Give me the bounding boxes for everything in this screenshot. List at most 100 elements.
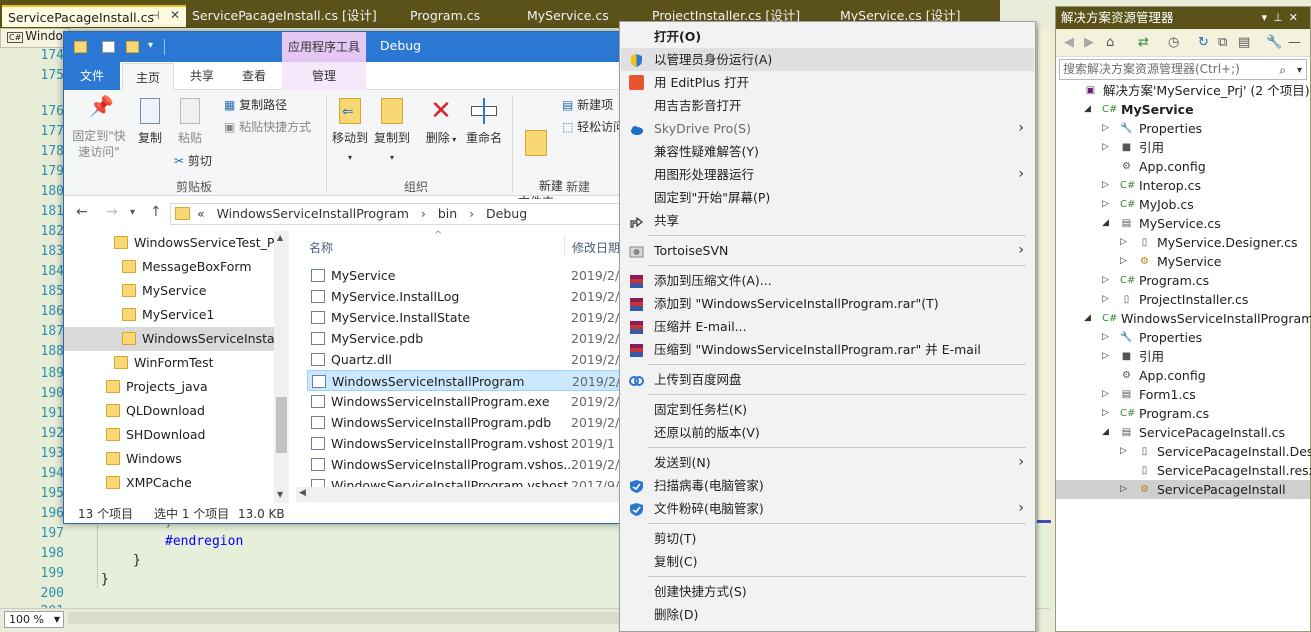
solution-tree-item[interactable]: ▣ 解决方案'MyService_Prj' (2 个项目) [1056, 81, 1310, 100]
file-list-item[interactable]: Quartz.dll 2019/2/ [307, 349, 622, 370]
solution-tree-item[interactable]: ▷ ▯ ServicePacageInstall.Design [1056, 442, 1311, 461]
file-list-horizontal-scrollbar[interactable]: ◀ [296, 487, 622, 502]
context-menu-item[interactable]: 扫描病毒(电脑管家) [621, 474, 1034, 497]
collapsed-arrow-icon[interactable]: ▷ [1102, 385, 1109, 404]
expanded-arrow-icon[interactable]: ◢ [1102, 423, 1109, 442]
close-icon[interactable]: ✕ [1289, 11, 1304, 24]
solution-tree-item[interactable]: ◢ C# WindowsServiceInstallProgram [1056, 309, 1311, 328]
collapse-all-icon[interactable]: ⧉ [1218, 35, 1227, 50]
file-list-item[interactable]: WindowsServiceInstallProgram.vshos... 201… [307, 454, 622, 475]
pin-icon[interactable]: ⊣ [150, 9, 160, 22]
solution-tree-item[interactable]: ▷ ■ 引用 [1056, 138, 1310, 157]
context-menu-item[interactable]: 剪切(T) [621, 527, 1034, 550]
vs-tab-myservice-cs[interactable]: MyService.cs [521, 5, 615, 27]
file-list-item[interactable]: WindowsServiceInstallProgram.exe 2019/2/ [307, 391, 622, 412]
vs-tab-servicepacageinstall-design[interactable]: ServicePacageInstall.cs [设计] [186, 5, 383, 27]
properties-icon[interactable]: 🔧 [1266, 35, 1282, 50]
context-menu-item[interactable]: 文件粉碎(电脑管家) › [621, 497, 1034, 520]
sync-icon[interactable]: ⇄ [1138, 35, 1149, 50]
panel-title-buttons[interactable]: ▾⊥✕ [1262, 7, 1304, 29]
expanded-arrow-icon[interactable]: ◢ [1102, 214, 1109, 233]
scroll-down-icon[interactable]: ▼ [277, 490, 283, 499]
context-menu-item[interactable]: 用 EditPlus 打开 [621, 71, 1034, 94]
context-menu-item[interactable]: 添加到压缩文件(A)... [621, 269, 1034, 292]
editor-scrollbar[interactable] [1037, 28, 1051, 524]
file-list-item[interactable]: WindowsServiceInstallProgram.pdb 2019/2/ [307, 412, 622, 433]
context-menu-item[interactable]: 复制(C) [621, 550, 1034, 573]
expanded-arrow-icon[interactable]: ◢ [1084, 100, 1091, 119]
file-list-item[interactable]: MyService.InstallState 2019/2/ [307, 307, 622, 328]
solution-tree-item[interactable]: ▷ ⚙ MyService [1056, 252, 1310, 271]
collapsed-arrow-icon[interactable]: ▷ [1102, 138, 1109, 157]
solution-tree-item[interactable]: ▷ C# Program.cs [1056, 271, 1310, 290]
solution-tree-item[interactable]: ◢ ▤ ServicePacageInstall.cs [1056, 423, 1310, 442]
solution-tree-item[interactable]: ▷ ⚙ ServicePacageInstall [1056, 480, 1310, 499]
collapsed-arrow-icon[interactable]: ▷ [1120, 442, 1127, 461]
collapsed-arrow-icon[interactable]: ▷ [1120, 233, 1127, 252]
solution-tree-item[interactable]: ▷ C# Interop.cs [1056, 176, 1310, 195]
file-list-item[interactable]: WindowsServiceInstallProgram.vshost 2019/… [307, 433, 622, 454]
file-list-item[interactable]: MyService.pdb 2019/2/ [307, 328, 622, 349]
context-menu-item[interactable]: 发送到(N) › [621, 451, 1034, 474]
pin-icon[interactable]: ⊥ [1273, 11, 1289, 24]
collapsed-arrow-icon[interactable]: ▷ [1120, 252, 1127, 271]
context-menu-item[interactable]: 打开(O) [621, 25, 1034, 48]
zoom-level-dropdown[interactable]: 100 % ▼ [4, 611, 64, 628]
file-list-item[interactable]: WindowsServiceInstallProgram.vshost 2017/… [307, 475, 622, 487]
solution-tree-item[interactable]: ▷ ■ 引用 [1056, 347, 1310, 366]
expanded-arrow-icon[interactable]: ◢ [1084, 309, 1091, 328]
file-list-item[interactable]: MyService 2019/2/ [307, 265, 622, 286]
solution-tree-item[interactable]: ▷ ▯ MyService.Designer.cs [1056, 233, 1310, 252]
solution-explorer-search-input[interactable]: 搜索解决方案资源管理器(Ctrl+;) ⌕ ▾ [1059, 59, 1307, 80]
collapsed-arrow-icon[interactable]: ▷ [1102, 195, 1109, 214]
collapsed-arrow-icon[interactable]: ▷ [1102, 119, 1109, 138]
home-icon[interactable]: ⌂ [1106, 35, 1114, 50]
solution-tree-item[interactable]: ▷ ▤ Form1.cs [1056, 385, 1310, 404]
file-list-item[interactable]: WindowsServiceInstallProgram 2019/2/ [307, 370, 622, 391]
context-menu-item[interactable]: 压缩并 E-mail... [621, 315, 1034, 338]
context-menu-item[interactable]: 用吉吉影音打开 [621, 94, 1034, 117]
collapsed-arrow-icon[interactable]: ▷ [1102, 404, 1109, 423]
context-menu-item[interactable]: 添加到 "WindowsServiceInstallProgram.rar"(T… [621, 292, 1034, 315]
show-all-files-icon[interactable]: ▤ [1238, 35, 1250, 50]
search-icon[interactable]: ⌕ [1279, 61, 1286, 80]
context-menu-item[interactable]: 固定到任务栏(K) [621, 398, 1034, 421]
solution-tree-item[interactable]: ▷ 🔧 Properties [1056, 328, 1310, 347]
context-menu-item[interactable]: 固定到"开始"屏幕(P) [621, 186, 1034, 209]
solution-tree-item[interactable]: ◢ C# MyService [1056, 100, 1310, 119]
solution-tree-item[interactable]: ▯ ServicePacageInstall.resx [1056, 461, 1311, 480]
horizontal-scrollbar[interactable] [68, 612, 628, 624]
solution-tree-item[interactable]: ▷ 🔧 Properties [1056, 119, 1310, 138]
context-menu-item[interactable]: 还原以前的版本(V) [621, 421, 1034, 444]
type-navigation-dropdown[interactable]: C# Windo [0, 28, 70, 48]
preview-icon[interactable]: — [1288, 35, 1301, 50]
collapsed-arrow-icon[interactable]: ▷ [1102, 176, 1109, 195]
solution-tree-item[interactable]: ⚙ App.config [1056, 366, 1310, 385]
forward-icon[interactable]: ▶ [1084, 35, 1094, 50]
collapsed-arrow-icon[interactable]: ▷ [1102, 328, 1109, 347]
context-menu-item[interactable]: 压缩到 "WindowsServiceInstallProgram.rar" 并… [621, 338, 1034, 361]
chevron-down-icon[interactable]: ▾ [1297, 61, 1302, 80]
collapsed-arrow-icon[interactable]: ▷ [1102, 271, 1109, 290]
context-menu-item[interactable]: 创建快捷方式(S) [621, 580, 1034, 603]
refresh-icon[interactable]: ↻ [1198, 35, 1209, 50]
history-icon[interactable]: ◷ [1168, 35, 1179, 50]
solution-tree-item[interactable]: ◢ ▤ MyService.cs [1056, 214, 1310, 233]
collapsed-arrow-icon[interactable]: ▷ [1102, 347, 1109, 366]
file-list-item[interactable]: MyService.InstallLog 2019/2/ [307, 286, 622, 307]
context-menu-item[interactable]: 以管理员身份运行(A) [621, 48, 1034, 71]
context-menu-item[interactable]: 用图形处理器运行 › [621, 163, 1034, 186]
context-menu-item[interactable]: SkyDrive Pro(S) › [621, 117, 1034, 140]
context-menu-item[interactable]: 上传到百度网盘 [621, 368, 1034, 391]
solution-tree-item[interactable]: ▷ C# MyJob.cs [1056, 195, 1310, 214]
solution-tree-item[interactable]: ⚙ App.config [1056, 157, 1310, 176]
back-icon[interactable]: ◀ [1064, 35, 1074, 50]
context-menu-item[interactable]: 共享 [621, 209, 1034, 232]
context-menu-item[interactable]: 删除(D) [621, 603, 1034, 626]
collapsed-arrow-icon[interactable]: ▷ [1102, 290, 1109, 309]
context-menu-item[interactable]: 兼容性疑难解答(Y) [621, 140, 1034, 163]
dropdown-icon[interactable]: ▾ [1262, 11, 1274, 24]
solution-tree-item[interactable]: ▷ C# Program.cs [1056, 404, 1310, 423]
collapsed-arrow-icon[interactable]: ▷ [1120, 480, 1127, 499]
solution-tree-item[interactable]: ▷ ▯ ProjectInstaller.cs [1056, 290, 1310, 309]
